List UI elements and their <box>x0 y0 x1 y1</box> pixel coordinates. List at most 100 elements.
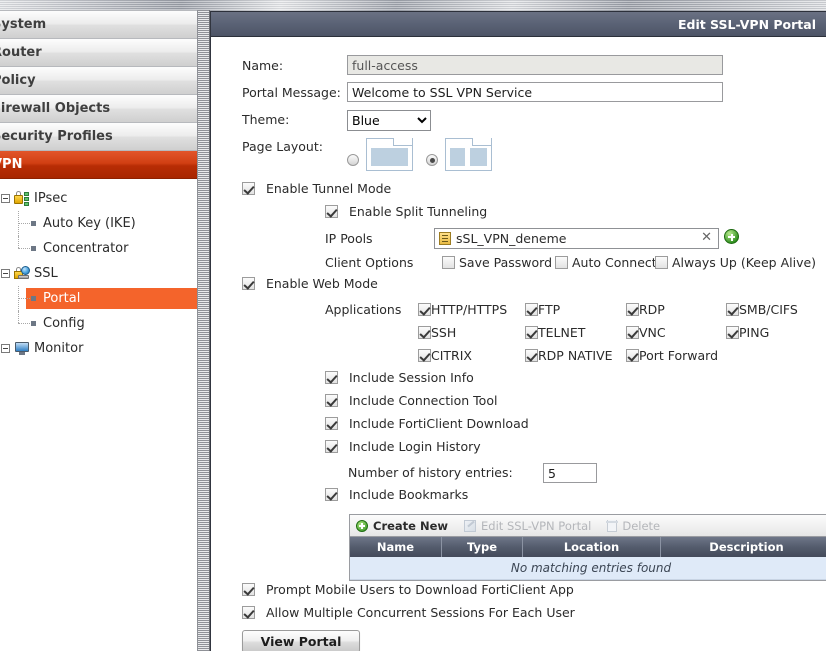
tree-item-label: SSL <box>34 266 58 281</box>
enable-web-mode-checkbox[interactable] <box>242 277 255 290</box>
tree-item-label: IPsec <box>34 191 68 206</box>
enable-web-mode-row[interactable]: Enable Web Mode <box>211 276 826 299</box>
app-rdp[interactable]: RDP <box>626 302 665 317</box>
collapse-icon[interactable] <box>1 344 10 353</box>
ip-pools-input[interactable]: sSL_VPN_deneme ✕ <box>434 228 719 249</box>
create-new-label: Create New <box>373 518 449 533</box>
nav-item-policy[interactable]: Policy <box>0 67 197 95</box>
tree-item-ssl[interactable]: SSL <box>0 261 197 286</box>
client-option-auto-connect[interactable]: Auto Connect <box>555 255 657 270</box>
delete-button[interactable]: Delete <box>601 519 670 533</box>
nav-item-router[interactable]: Router <box>0 39 197 67</box>
rdp-label: RDP <box>639 302 665 317</box>
edit-ssl-vpn-portal-button[interactable]: Edit SSL-VPN Portal <box>458 519 601 533</box>
nav-menu-list: System Router Policy Firewall Objects Se… <box>0 10 197 179</box>
name-input[interactable]: full-access <box>347 55 723 75</box>
ip-pools-label: IP Pools <box>325 231 373 246</box>
clear-ip-pool-icon[interactable]: ✕ <box>701 230 712 245</box>
tree-item-monitor[interactable]: Monitor <box>0 336 197 361</box>
sidebar-divider-stripe <box>198 10 210 651</box>
include-connection-tool-row[interactable]: Include Connection Tool <box>211 393 826 416</box>
tree-item-config[interactable]: Config <box>0 311 197 336</box>
nav-item-label: Router <box>0 45 42 60</box>
app-http-https[interactable]: HTTP/HTTPS <box>418 302 507 317</box>
include-forticlient-download-checkbox[interactable] <box>325 417 338 430</box>
create-new-button[interactable]: Create New <box>350 519 458 533</box>
prompt-mobile-users-row[interactable]: Prompt Mobile Users to Download FortiCli… <box>211 582 826 605</box>
include-session-info-label: Include Session Info <box>348 370 474 385</box>
smb-cifs-checkbox[interactable] <box>726 303 739 316</box>
ping-checkbox[interactable] <box>726 326 739 339</box>
include-connection-tool-checkbox[interactable] <box>325 394 338 407</box>
rdp-checkbox[interactable] <box>626 303 639 316</box>
collapse-icon[interactable] <box>1 269 10 278</box>
view-portal-button[interactable]: View Portal <box>242 630 360 651</box>
port-forward-checkbox[interactable] <box>626 349 639 362</box>
app-smb-cifs[interactable]: SMB/CIFS <box>726 302 798 317</box>
column-header-location[interactable]: Location <box>523 537 661 557</box>
column-header-description[interactable]: Description <box>661 537 826 557</box>
column-header-type[interactable]: Type <box>442 537 523 557</box>
include-bookmarks-row[interactable]: Include Bookmarks <box>211 487 826 510</box>
always-up-checkbox[interactable] <box>655 256 668 269</box>
app-ping[interactable]: PING <box>726 325 769 340</box>
app-vnc[interactable]: VNC <box>626 325 666 340</box>
nav-item-firewall-objects[interactable]: Firewall Objects <box>0 95 197 123</box>
radio-two-column[interactable] <box>426 154 438 166</box>
ftp-checkbox[interactable] <box>525 303 538 316</box>
column-header-name[interactable]: Name <box>350 537 442 557</box>
allow-multiple-sessions-checkbox[interactable] <box>242 606 255 619</box>
enable-tunnel-mode-row[interactable]: Enable Tunnel Mode <box>211 181 826 204</box>
app-ftp[interactable]: FTP <box>525 302 560 317</box>
tree-item-ipsec[interactable]: IPsec <box>0 186 197 211</box>
app-telnet[interactable]: TELNET <box>525 325 585 340</box>
enable-split-tunneling-row[interactable]: Enable Split Tunneling <box>211 204 826 227</box>
tree-item-portal[interactable]: Portal <box>0 286 197 311</box>
app-port-forward[interactable]: Port Forward <box>626 348 718 363</box>
nav-item-vpn[interactable]: VPN <box>0 151 197 179</box>
fortigate-admin-window: System Router Policy Firewall Objects Se… <box>0 0 826 651</box>
telnet-checkbox[interactable] <box>525 326 538 339</box>
app-rdp-native[interactable]: RDP NATIVE <box>525 348 613 363</box>
enable-split-tunneling-checkbox[interactable] <box>325 205 338 218</box>
include-bookmarks-checkbox[interactable] <box>325 488 338 501</box>
save-password-checkbox[interactable] <box>442 256 455 269</box>
ssl-icon <box>14 265 30 281</box>
add-ip-pool-icon[interactable] <box>724 229 739 244</box>
client-option-save-password[interactable]: Save Password <box>442 255 552 270</box>
history-entries-label: Number of history entries: <box>348 465 513 480</box>
enable-tunnel-mode-checkbox[interactable] <box>242 182 255 195</box>
app-citrix[interactable]: CITRIX <box>418 348 472 363</box>
auto-connect-checkbox[interactable] <box>555 256 568 269</box>
nav-item-security-profiles[interactable]: Security Profiles <box>0 123 197 151</box>
trash-icon <box>606 519 619 532</box>
tree-item-auto-key-ike[interactable]: Auto Key (IKE) <box>0 211 197 236</box>
bullet-icon <box>31 321 36 326</box>
portal-message-input[interactable]: Welcome to SSL VPN Service <box>347 82 723 102</box>
include-forticlient-download-label: Include FortiClient Download <box>348 416 529 431</box>
ssh-checkbox[interactable] <box>418 326 431 339</box>
vnc-checkbox[interactable] <box>626 326 639 339</box>
history-entries-input[interactable]: 5 <box>543 463 597 483</box>
edit-portal-panel: Edit SSL-VPN Portal Name: full-access Po… <box>210 11 826 651</box>
radio-single-column[interactable] <box>347 154 359 166</box>
include-login-history-row[interactable]: Include Login History <box>211 439 826 462</box>
include-login-history-checkbox[interactable] <box>325 440 338 453</box>
allow-multiple-sessions-row[interactable]: Allow Multiple Concurrent Sessions For E… <box>211 605 826 628</box>
include-session-info-row[interactable]: Include Session Info <box>211 370 826 393</box>
theme-select[interactable]: Blue <box>347 110 431 131</box>
prompt-mobile-users-checkbox[interactable] <box>242 583 255 596</box>
applications-label: Applications <box>325 302 402 317</box>
app-ssh[interactable]: SSH <box>418 325 456 340</box>
client-option-always-up[interactable]: Always Up (Keep Alive) <box>655 255 816 270</box>
include-session-info-checkbox[interactable] <box>325 371 338 384</box>
collapse-icon[interactable] <box>1 194 10 203</box>
rdp-native-checkbox[interactable] <box>525 349 538 362</box>
tree-item-concentrator[interactable]: Concentrator <box>0 236 197 261</box>
nav-item-system[interactable]: System <box>0 11 197 39</box>
bullet-icon <box>31 246 36 251</box>
include-forticlient-download-row[interactable]: Include FortiClient Download <box>211 416 826 439</box>
field-row-name: Name: full-access <box>211 55 826 82</box>
http-https-checkbox[interactable] <box>418 303 431 316</box>
citrix-checkbox[interactable] <box>418 349 431 362</box>
